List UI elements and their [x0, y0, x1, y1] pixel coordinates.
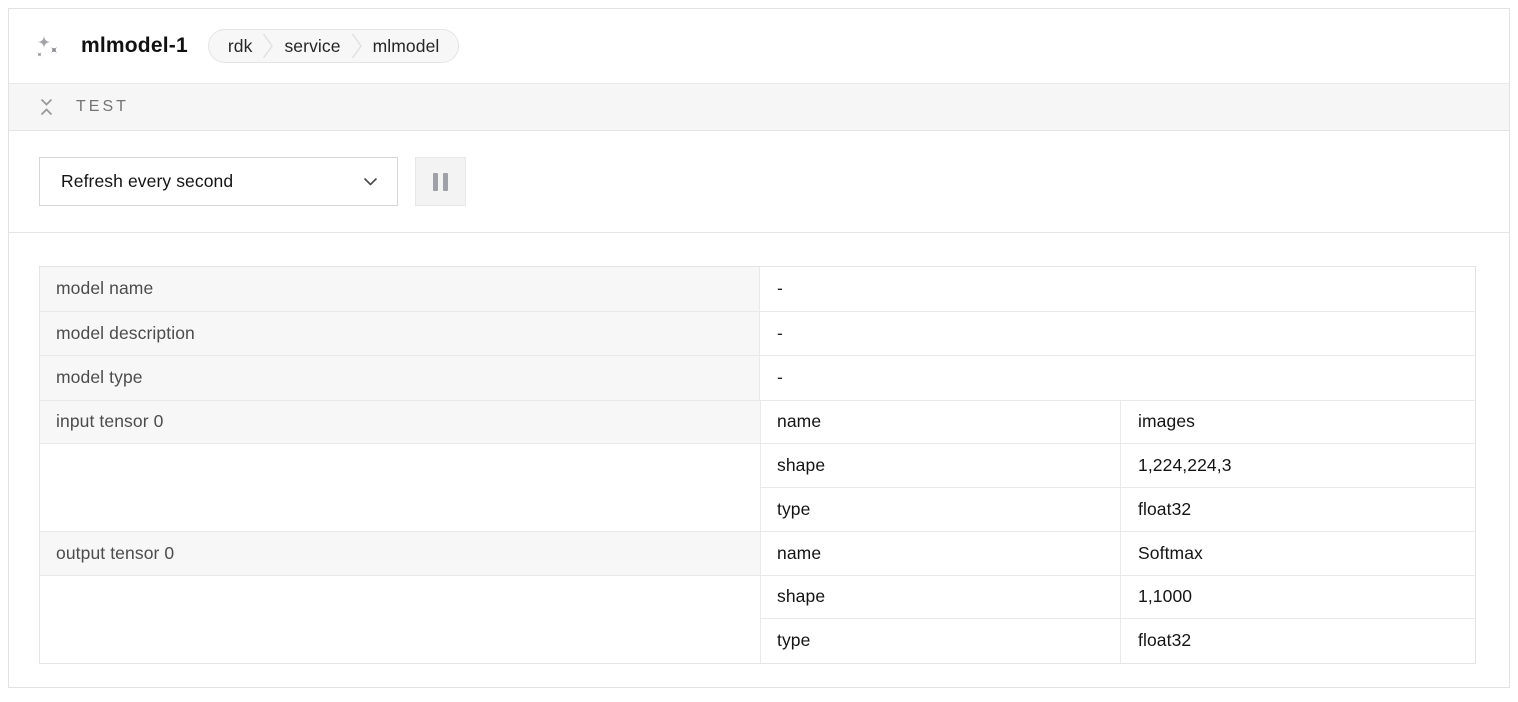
- collapse-vertical-icon: [38, 97, 55, 117]
- mlmodel-panel: mlmodel-1 rdk service mlmodel TEST Refre…: [8, 8, 1510, 688]
- field-value: float32: [1121, 488, 1475, 532]
- tensor-field-row: name Softmax: [761, 532, 1475, 576]
- field-key: name: [761, 532, 1121, 575]
- field-key: shape: [761, 444, 1121, 487]
- field-key: type: [761, 619, 1121, 663]
- pause-button[interactable]: [415, 157, 466, 206]
- controls-row: Refresh every second: [9, 131, 1509, 233]
- tensor-field-row: shape 1,224,224,3: [761, 444, 1475, 488]
- row-value: -: [760, 312, 1475, 356]
- tensor-group-input-0: input tensor 0 name images shape 1,224,2…: [40, 401, 1475, 533]
- chevron-down-icon: [363, 177, 378, 187]
- test-content: model name - model description - model t…: [9, 233, 1509, 664]
- model-info-table: model name - model description - model t…: [39, 266, 1476, 664]
- test-section-label: TEST: [76, 98, 129, 116]
- breadcrumb-separator-icon: [262, 30, 274, 62]
- tensor-field-row: type float32: [761, 488, 1475, 532]
- tensor-field-row: type float32: [761, 619, 1475, 663]
- field-value: 1,224,224,3: [1121, 444, 1475, 487]
- row-label: model name: [40, 267, 760, 311]
- field-key: type: [761, 488, 1121, 532]
- breadcrumb-item-mlmodel: mlmodel: [373, 36, 440, 57]
- row-label: model description: [40, 312, 760, 356]
- field-key: shape: [761, 576, 1121, 619]
- test-section-header[interactable]: TEST: [9, 84, 1509, 131]
- field-value: images: [1121, 401, 1475, 444]
- breadcrumb-item-service: service: [284, 36, 340, 57]
- table-row: model type -: [40, 356, 1475, 401]
- breadcrumb: rdk service mlmodel: [208, 29, 460, 63]
- field-value: float32: [1121, 619, 1475, 663]
- field-value: Softmax: [1121, 532, 1475, 575]
- refresh-interval-value: Refresh every second: [61, 171, 233, 192]
- tensor-group-label: output tensor 0: [40, 532, 760, 576]
- pause-icon: [433, 173, 448, 191]
- row-label: model type: [40, 356, 760, 400]
- tensor-group-output-0: output tensor 0 name Softmax shape 1,100…: [40, 532, 1475, 663]
- panel-title: mlmodel-1: [81, 34, 188, 58]
- row-value: -: [760, 356, 1475, 400]
- tensor-field-row: shape 1,1000: [761, 576, 1475, 620]
- table-row: model description -: [40, 312, 1475, 357]
- row-value: -: [760, 267, 1475, 311]
- sparkles-icon: [34, 33, 60, 59]
- tensor-group-label: input tensor 0: [40, 401, 760, 445]
- panel-header: mlmodel-1 rdk service mlmodel: [9, 9, 1509, 84]
- field-key: name: [761, 401, 1121, 444]
- tensor-field-row: name images: [761, 401, 1475, 445]
- table-row: model name -: [40, 267, 1475, 312]
- refresh-interval-select[interactable]: Refresh every second: [39, 157, 398, 206]
- breadcrumb-separator-icon: [351, 30, 363, 62]
- breadcrumb-item-rdk: rdk: [228, 36, 253, 57]
- field-value: 1,1000: [1121, 576, 1475, 619]
